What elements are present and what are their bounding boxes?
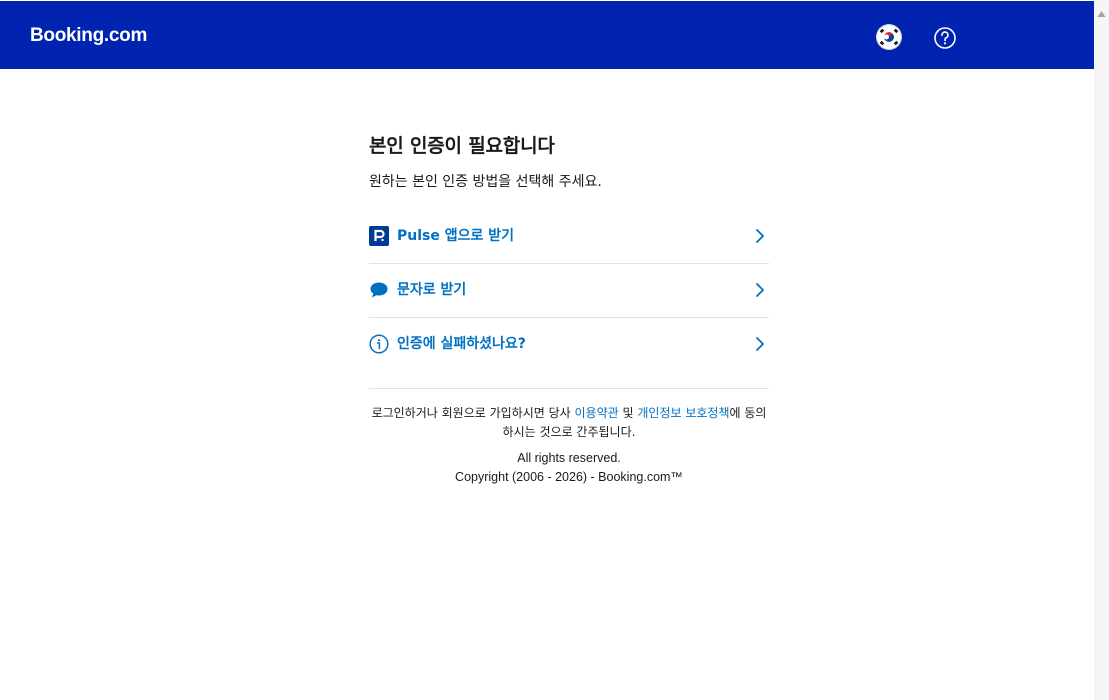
copyright-text: Copyright (2006 - 2026) - Booking.com™	[455, 470, 683, 484]
page-title: 본인 인증이 필요합니다	[369, 135, 555, 157]
scroll-up-arrow-icon[interactable]	[1097, 3, 1106, 17]
option-verification-failed-label: 인증에 실패하셨나요?	[397, 336, 526, 352]
booking-logo[interactable]: Booking.com	[30, 25, 147, 47]
option-pulse-app-label: Pulse 앱으로 받기	[397, 228, 515, 244]
help-circle-icon[interactable]	[932, 25, 958, 51]
page: Booking.com 본인 인증이 필요합니다 원하는 본인 인증 방법을 선…	[0, 0, 1094, 700]
chevron-right-icon	[755, 282, 765, 298]
chat-bubble-icon	[369, 280, 389, 300]
option-sms-label: 문자로 받기	[397, 282, 467, 298]
rights-text: All rights reserved.	[517, 451, 621, 465]
terms-link[interactable]: 이용약관	[575, 406, 619, 420]
top-header: Booking.com	[0, 1, 1094, 69]
verification-options: Pulse 앱으로 받기 문자로 받기 인증에 실패하셨나요?	[369, 210, 769, 372]
info-circle-icon	[369, 334, 389, 354]
page-subtitle: 원하는 본인 인증 방법을 선택해 주세요.	[369, 174, 602, 190]
option-sms[interactable]: 문자로 받기	[369, 264, 769, 318]
option-pulse-app[interactable]: Pulse 앱으로 받기	[369, 210, 769, 264]
terms-prefix: 로그인하거나 회원으로 가입하시면 당사	[371, 406, 575, 420]
chevron-right-icon	[755, 228, 765, 244]
korea-flag-icon[interactable]	[876, 24, 902, 50]
chevron-right-icon	[755, 336, 765, 352]
pulse-app-icon	[369, 226, 389, 246]
footer-divider	[369, 388, 769, 389]
footer: 로그인하거나 회원으로 가입하시면 당사 이용약관 및 개인정보 보호정책에 동…	[369, 404, 769, 487]
terms-notice: 로그인하거나 회원으로 가입하시면 당사 이용약관 및 개인정보 보호정책에 동…	[369, 404, 769, 442]
option-verification-failed[interactable]: 인증에 실패하셨나요?	[369, 318, 769, 372]
privacy-policy-link[interactable]: 개인정보 보호정책	[637, 406, 729, 420]
vertical-scrollbar[interactable]	[1094, 0, 1109, 700]
verification-heading: 본인 인증이 필요합니다 원하는 본인 인증 방법을 선택해 주세요.	[369, 132, 769, 192]
terms-and: 및	[618, 406, 638, 420]
